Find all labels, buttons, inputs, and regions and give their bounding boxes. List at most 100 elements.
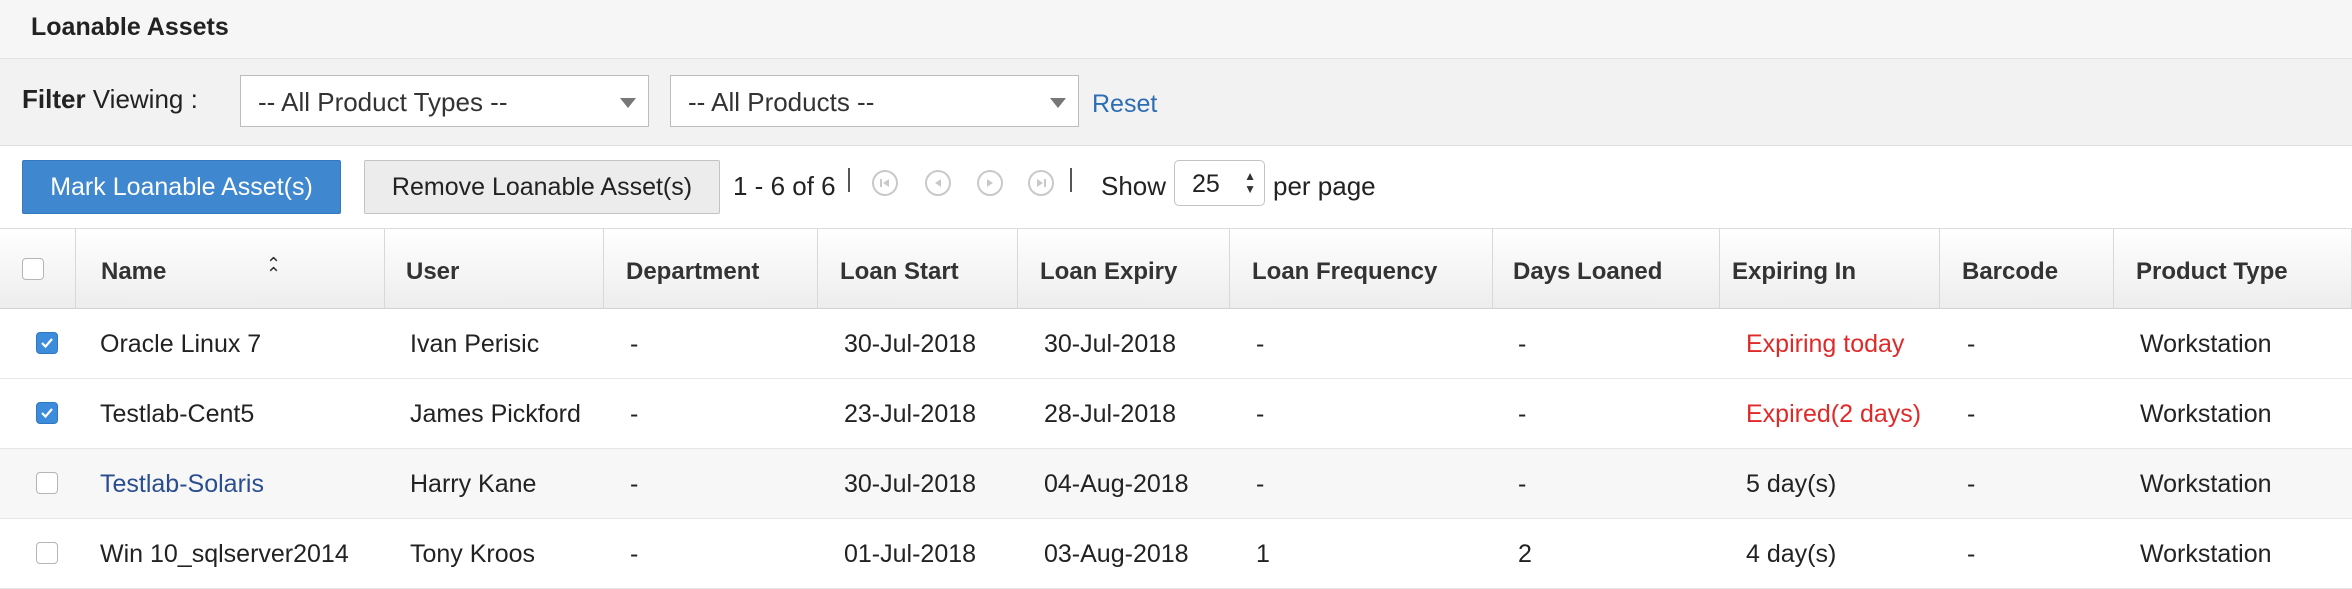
- cell-name[interactable]: Testlab-Solaris: [100, 470, 264, 499]
- cell-department: -: [630, 400, 639, 428]
- table-header: Name ⌃ ⌃ User Department Loan Start Loan …: [0, 228, 2352, 309]
- cell-expiring-in: 4 day(s): [1746, 540, 1837, 568]
- cell-loan-expiry: 03-Aug-2018: [1044, 540, 1189, 568]
- last-page-icon[interactable]: [1028, 170, 1054, 196]
- first-page-icon[interactable]: [872, 170, 898, 196]
- cell-loan-frequency: 1: [1256, 540, 1270, 568]
- filter-label: Filter Viewing :: [22, 84, 198, 114]
- cell-user: Tony Kroos: [410, 540, 536, 568]
- pagination-range: 1 - 6 of 6: [733, 171, 836, 201]
- column-header-label: Product Type: [2136, 258, 2288, 285]
- per-page-value: 25: [1192, 170, 1220, 198]
- row-checkbox[interactable]: [36, 402, 58, 424]
- product-type-select[interactable]: -- All Product Types --: [240, 75, 649, 127]
- cell-loan-frequency: -: [1256, 400, 1265, 428]
- product-select[interactable]: -- All Products --: [670, 75, 1079, 127]
- sort-ascending-icon[interactable]: ⌃ ⌃: [266, 255, 281, 283]
- page-title: Loanable Assets: [31, 13, 229, 41]
- column-header-product-type[interactable]: Product Type: [2114, 229, 2352, 309]
- column-header-loan-expiry[interactable]: Loan Expiry: [1018, 229, 1230, 309]
- column-header-label: Department: [626, 258, 760, 285]
- divider: [1070, 168, 1072, 192]
- product-type-select-value: -- All Product Types --: [258, 87, 508, 117]
- cell-product-type: Workstation: [2140, 400, 2272, 428]
- per-page-label: per page: [1273, 171, 1376, 201]
- select-all-checkbox[interactable]: [22, 258, 44, 280]
- column-header-name[interactable]: Name ⌃ ⌃: [76, 229, 385, 309]
- table-row[interactable]: Testlab-Solaris Harry Kane - 30-Jul-2018…: [0, 449, 2352, 519]
- cell-loan-start: 01-Jul-2018: [844, 540, 977, 568]
- mark-loanable-button[interactable]: Mark Loanable Asset(s): [22, 160, 341, 214]
- row-checkbox[interactable]: [36, 332, 58, 354]
- action-toolbar: Mark Loanable Asset(s) Remove Loanable A…: [0, 146, 2352, 228]
- table-row[interactable]: Win 10_sqlserver2014 Tony Kroos - 01-Jul…: [0, 519, 2352, 589]
- table-row[interactable]: Testlab-Cent5 James Pickford - 23-Jul-20…: [0, 379, 2352, 449]
- divider: [848, 168, 850, 192]
- cell-department: -: [630, 470, 639, 498]
- cell-name[interactable]: Win 10_sqlserver2014: [100, 540, 349, 569]
- column-header-label: User: [406, 258, 460, 285]
- cell-expiring-in: Expired(2 days): [1746, 400, 1922, 428]
- per-page-select[interactable]: 25 ▲ ▼: [1174, 160, 1265, 206]
- cell-loan-expiry: 04-Aug-2018: [1044, 470, 1189, 498]
- cell-barcode: -: [1967, 540, 1976, 568]
- stepper-arrows-icon: ▲ ▼: [1244, 169, 1256, 196]
- cell-days-loaned: 2: [1518, 540, 1532, 568]
- column-header-label: Days Loaned: [1513, 258, 1663, 285]
- chevron-down-icon: [620, 98, 636, 108]
- cell-barcode: -: [1967, 330, 1976, 358]
- row-checkbox[interactable]: [36, 472, 58, 494]
- checkmark-icon: [41, 408, 53, 419]
- row-checkbox[interactable]: [36, 542, 58, 564]
- column-header-label: Loan Expiry: [1040, 258, 1178, 285]
- cell-name[interactable]: Oracle Linux 7: [100, 330, 261, 359]
- previous-page-icon[interactable]: [925, 170, 951, 196]
- cell-product-type: Workstation: [2140, 540, 2272, 568]
- cell-product-type: Workstation: [2140, 330, 2272, 358]
- assets-table: Name ⌃ ⌃ User Department Loan Start Loan …: [0, 228, 2352, 589]
- cell-loan-frequency: -: [1256, 330, 1265, 358]
- cell-user: Harry Kane: [410, 470, 537, 498]
- column-header-barcode[interactable]: Barcode: [1940, 229, 2114, 309]
- cell-loan-start: 30-Jul-2018: [844, 330, 977, 358]
- cell-department: -: [630, 540, 639, 568]
- remove-loanable-button[interactable]: Remove Loanable Asset(s): [364, 160, 720, 214]
- cell-loan-start: 30-Jul-2018: [844, 470, 977, 498]
- column-header-expiring-in[interactable]: Expiring In: [1720, 229, 1940, 309]
- select-all-cell: [0, 229, 76, 309]
- column-header-label: Loan Frequency: [1252, 258, 1438, 285]
- cell-loan-expiry: 30-Jul-2018: [1044, 330, 1177, 358]
- column-header-days-loaned[interactable]: Days Loaned: [1493, 229, 1720, 309]
- cell-barcode: -: [1967, 400, 1976, 428]
- next-page-icon[interactable]: [977, 170, 1003, 196]
- cell-name[interactable]: Testlab-Cent5: [100, 400, 254, 429]
- column-header-label: Barcode: [1962, 258, 2059, 285]
- cell-loan-expiry: 28-Jul-2018: [1044, 400, 1177, 428]
- cell-product-type: Workstation: [2140, 470, 2272, 498]
- column-header-label: Loan Start: [840, 258, 959, 285]
- cell-loan-frequency: -: [1256, 470, 1265, 498]
- checkmark-icon: [41, 338, 53, 349]
- product-select-value: -- All Products --: [688, 87, 875, 117]
- page-header: Loanable Assets: [0, 0, 2352, 59]
- cell-expiring-in: Expiring today: [1746, 330, 1905, 358]
- cell-days-loaned: -: [1518, 400, 1527, 428]
- cell-user: Ivan Perisic: [410, 330, 540, 358]
- cell-days-loaned: -: [1518, 470, 1527, 498]
- column-header-user[interactable]: User: [385, 229, 604, 309]
- chevron-down-icon: [1050, 98, 1066, 108]
- cell-expiring-in: 5 day(s): [1746, 470, 1837, 498]
- column-header-label: Name: [101, 258, 167, 285]
- cell-barcode: -: [1967, 470, 1976, 498]
- column-header-label: Expiring In: [1732, 258, 1857, 285]
- table-row[interactable]: Oracle Linux 7 Ivan Perisic - 30-Jul-201…: [0, 309, 2352, 379]
- reset-link[interactable]: Reset: [1092, 90, 1157, 119]
- cell-days-loaned: -: [1518, 330, 1527, 358]
- filter-bar: Filter Viewing : -- All Product Types --…: [0, 59, 2352, 146]
- column-header-loan-start[interactable]: Loan Start: [818, 229, 1018, 309]
- column-header-department[interactable]: Department: [604, 229, 818, 309]
- cell-user: James Pickford: [410, 400, 581, 428]
- cell-loan-start: 23-Jul-2018: [844, 400, 977, 428]
- column-header-loan-frequency[interactable]: Loan Frequency: [1230, 229, 1493, 309]
- cell-department: -: [630, 330, 639, 358]
